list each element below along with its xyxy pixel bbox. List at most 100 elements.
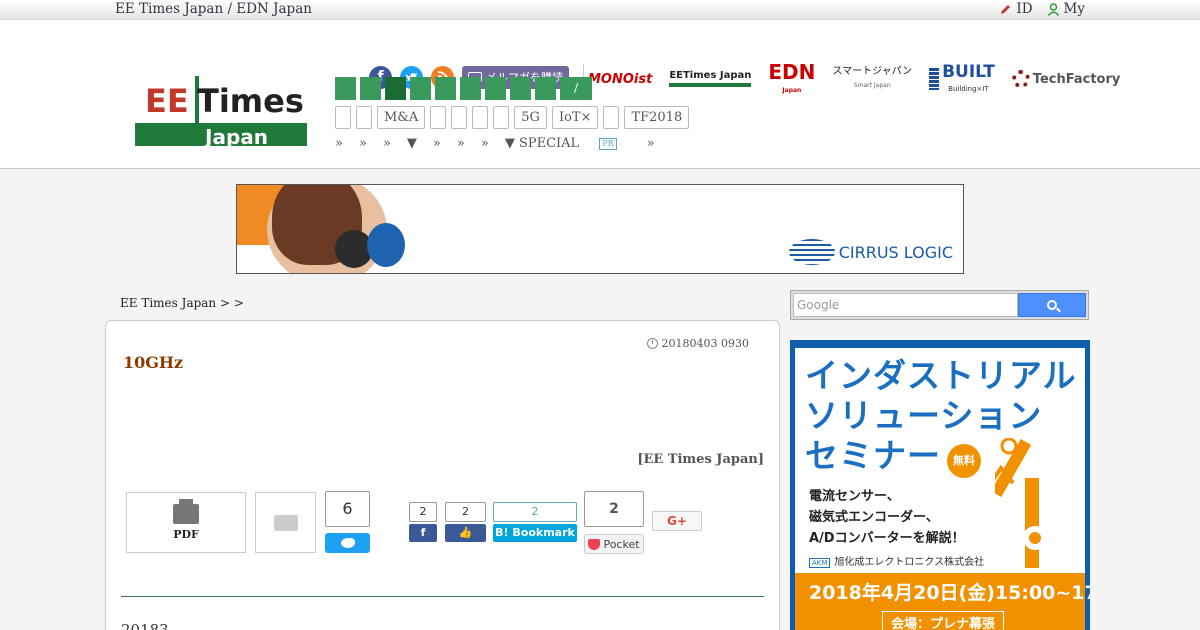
nav-tag[interactable]	[493, 106, 510, 129]
pocket-count: 2	[584, 491, 644, 527]
cirrus-logic-logo: CIRRUS LOGIC	[788, 239, 953, 265]
ad-event-info: 2018年4月20日(金)15:00~17:30 会場：プレナ幕張	[795, 573, 1090, 630]
nav-special-dropdown[interactable]: ▼ SPECIAL PR	[505, 136, 633, 151]
breadcrumb[interactable]: EE Times Japan > >	[120, 296, 244, 310]
primary-nav: /	[335, 77, 592, 100]
nav-primary-item[interactable]	[535, 77, 556, 100]
google-plus-button[interactable]: G+	[652, 511, 702, 531]
twitter-share-button[interactable]	[325, 533, 370, 553]
ad-event-date: 2018年4月20日(金)15:00~17:30	[809, 582, 1090, 604]
nav-link[interactable]: »	[359, 136, 367, 151]
nav-primary-item[interactable]	[360, 77, 381, 100]
my-link-label: My	[1063, 1, 1085, 17]
nav-tag[interactable]	[335, 106, 351, 129]
nav-primary-item[interactable]	[460, 77, 481, 100]
nav-link[interactable]: »	[383, 136, 391, 151]
partner-edn-label: EDN	[768, 60, 816, 84]
partner-edn[interactable]: EDN Japan	[768, 62, 815, 96]
pr-badge: PR	[599, 137, 617, 150]
print-pdf-button[interactable]: PDF	[126, 492, 246, 553]
nav-dropdown[interactable]: ▼	[407, 136, 417, 151]
free-badge: 無料	[947, 444, 981, 478]
user-icon	[1047, 2, 1059, 16]
article-source: [EE Times Japan]	[637, 452, 764, 467]
partner-smartjapan[interactable]: スマートジャパン Smart Japan	[832, 67, 912, 91]
logo-japan: Japan	[203, 125, 268, 149]
ad-subtext-line: 電流センサー、	[809, 489, 900, 504]
search-icon	[1047, 300, 1057, 310]
search-input[interactable]: Google	[793, 293, 1018, 317]
partner-smartjapan-sub: Smart Japan	[853, 82, 891, 89]
banner-brand: CIRRUS LOGIC	[838, 242, 953, 262]
mail-share-button[interactable]	[255, 492, 316, 553]
banner-ad[interactable]: CIRRUS LOGIC	[236, 184, 964, 274]
ad-sponsor-name: 旭化成エレクトロニクス株式会社	[834, 557, 985, 568]
nav-primary-item[interactable]	[410, 77, 431, 100]
article-lead: 20183	[121, 621, 169, 630]
nav-primary-item[interactable]	[485, 77, 506, 100]
tertiary-nav: » » » ▼ » » » ▼ SPECIAL PR »	[335, 136, 671, 151]
twitter-share-count: 6	[325, 491, 370, 527]
seminar-ad-body: インダストリアル ソリューション セミナー 無料 電流センサー、 磁気式エンコー…	[795, 348, 1090, 630]
pencil-icon	[1001, 4, 1011, 14]
eetimes-japan-logo[interactable]: EE Times Japan	[135, 72, 307, 152]
ad-subtext: 電流センサー、 磁気式エンコーダー、 A/Dコンバーターを解説！	[809, 486, 965, 549]
ad-sponsor: AKM 旭化成エレクトロニクス株式会社	[809, 553, 984, 568]
partner-techfactory-label: TechFactory	[1032, 71, 1121, 87]
hatena-bookmark-button[interactable]: B! Bookmark	[493, 524, 577, 542]
ad-subtext-line: 磁気式エンコーダー、	[809, 510, 939, 525]
id-link[interactable]: ID	[999, 1, 1033, 17]
nav-link[interactable]: »	[457, 136, 465, 151]
nav-tag-iot[interactable]: IoT×	[551, 106, 599, 129]
gear-icon	[1011, 70, 1030, 88]
my-link[interactable]: My	[1047, 1, 1085, 17]
nav-primary-item-active[interactable]	[385, 77, 406, 100]
nav-tag-ma[interactable]: M&A	[377, 106, 426, 129]
cirrus-logic-mark	[788, 239, 835, 265]
search-button[interactable]	[1018, 293, 1086, 317]
like-button[interactable]: 👍	[445, 524, 486, 542]
id-link-label: ID	[1016, 1, 1033, 17]
partner-eetimes-label: EETimes Japan	[669, 71, 752, 87]
print-pdf-label: PDF	[173, 528, 199, 541]
partner-built-label: BUILT	[942, 62, 995, 82]
partner-monoist[interactable]: MONOist	[588, 72, 652, 87]
nav-link[interactable]: »	[335, 136, 343, 151]
nav-link[interactable]: »	[647, 136, 655, 151]
pocket-button[interactable]: Pocket	[584, 534, 644, 554]
facebook-share-button[interactable]: f	[409, 524, 437, 542]
nav-special-label: ▼ SPECIAL	[504, 136, 580, 151]
nav-tag[interactable]	[472, 106, 489, 129]
logo-times: Times	[197, 82, 304, 120]
facebook-share-count: 2	[409, 502, 437, 522]
hatena-bookmark-count: 2	[493, 502, 577, 522]
google-search-box: Google	[790, 290, 1089, 320]
seminar-ad[interactable]: インダストリアル ソリューション セミナー 無料 電流センサー、 磁気式エンコー…	[790, 340, 1090, 630]
nav-primary-item[interactable]: /	[560, 77, 592, 100]
partner-techfactory[interactable]: TechFactory	[1011, 70, 1121, 88]
nav-tag[interactable]	[451, 106, 468, 129]
site-links[interactable]: EE Times Japan / EDN Japan	[115, 1, 312, 17]
robot-arm-icon	[995, 438, 1047, 568]
nav-tag[interactable]	[356, 106, 372, 129]
article-card: 20180403 0930 10GHz [EE Times Japan] PDF…	[105, 320, 780, 630]
twitter-bird-icon	[340, 538, 355, 548]
nav-link[interactable]: »	[433, 136, 441, 151]
nav-tag-tf2018[interactable]: TF2018	[624, 106, 690, 129]
nav-primary-item[interactable]	[335, 77, 356, 100]
logo-ee: EE	[145, 82, 189, 120]
nav-tag[interactable]	[430, 106, 447, 129]
partner-built[interactable]: BUILT Building×IT	[929, 64, 995, 94]
site-header: EE Times Japan f メルマガを購読 MONOist EETimes…	[0, 20, 1200, 169]
article-date-text: 20180403 0930	[661, 337, 749, 350]
printer-icon	[173, 499, 199, 524]
nav-primary-item[interactable]	[510, 77, 531, 100]
partner-eetimes[interactable]: EETimes Japan	[669, 71, 752, 87]
nav-tag-5g[interactable]: 5G	[514, 106, 547, 129]
nav-tag[interactable]	[603, 106, 620, 129]
ad-subtext-line: A/Dコンバーターを解説！	[809, 531, 965, 546]
nav-link[interactable]: »	[481, 136, 489, 151]
banner-decor-circle	[367, 223, 405, 267]
nav-primary-item[interactable]	[435, 77, 456, 100]
ad-headline-line: インダストリアル	[805, 356, 1077, 395]
